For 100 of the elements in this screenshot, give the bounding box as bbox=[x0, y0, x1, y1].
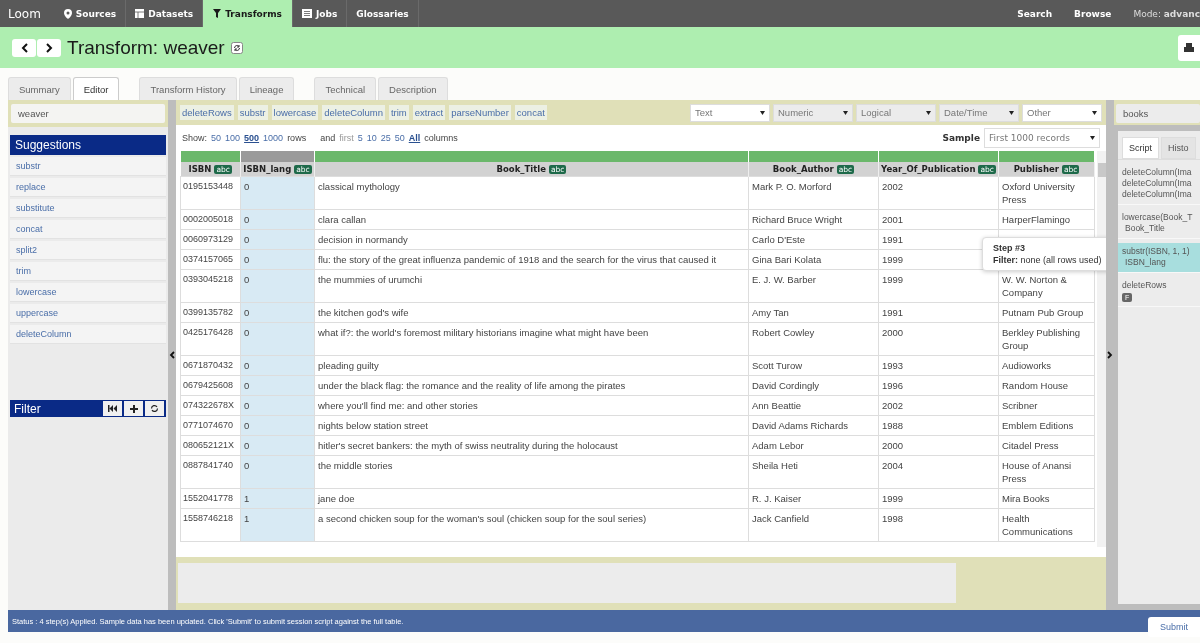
printer-icon bbox=[1184, 43, 1194, 52]
nav-link[interactable]: Browse bbox=[1074, 8, 1112, 19]
app-brand[interactable]: Loom bbox=[0, 0, 55, 27]
table-cell: under the black flag: the romance and the reality of life among the pirates bbox=[318, 380, 626, 391]
print-button[interactable] bbox=[1178, 34, 1200, 61]
row-count-link[interactable]: 1000 bbox=[263, 133, 284, 143]
table-cell: 0425176428 bbox=[183, 327, 234, 337]
table-cell: 1993 bbox=[882, 360, 904, 371]
function-chip[interactable]: parseNumber bbox=[449, 105, 511, 120]
row-count-link[interactable]: 100 bbox=[225, 133, 241, 143]
table-cell: Emblem Editions bbox=[1002, 420, 1074, 431]
collapse-right-icon[interactable] bbox=[1107, 351, 1113, 359]
function-chip[interactable]: deleteColumn bbox=[322, 105, 385, 120]
table-cell: 2001 bbox=[882, 214, 904, 225]
suggestion-item[interactable]: substr bbox=[10, 157, 166, 176]
table-cell: Adam Lebor bbox=[752, 440, 804, 451]
back-button[interactable] bbox=[12, 38, 36, 57]
table-cell: 0 bbox=[244, 214, 250, 225]
suggestion-item[interactable]: uppercase bbox=[10, 304, 166, 323]
tab[interactable]: Technical bbox=[314, 77, 377, 100]
chevron-left-icon bbox=[20, 42, 28, 53]
table-cell: Richard Bruce Wright bbox=[752, 214, 843, 225]
table-cell: classical mythology bbox=[318, 181, 400, 192]
table-cell: Carlo D'Este bbox=[752, 234, 806, 245]
row-count-link[interactable]: 50 bbox=[211, 133, 222, 143]
type-select[interactable]: Date/Time bbox=[939, 103, 1019, 122]
nav-item[interactable]: Transforms bbox=[203, 0, 293, 27]
table-cell: 0002005018 bbox=[183, 214, 234, 224]
column-count-link[interactable]: 50 bbox=[394, 133, 405, 143]
refresh-icon[interactable] bbox=[230, 41, 243, 54]
tab[interactable]: Histo bbox=[1161, 137, 1196, 159]
script-step[interactable]: deleteColumn(Ima deleteColumn(Ima deleteColumn(Ima bbox=[1118, 164, 1200, 205]
table-cell: decision in normandy bbox=[318, 234, 408, 245]
table-cell: W. W. Norton & Company bbox=[1002, 274, 1067, 298]
table-cell: 080652121X bbox=[183, 440, 235, 450]
dataset-field[interactable]: books bbox=[1116, 104, 1200, 123]
table-cell: Scott Turow bbox=[752, 360, 803, 371]
column-count-link[interactable]: All bbox=[408, 133, 421, 143]
table-cell: jane doe bbox=[318, 493, 355, 504]
script-step[interactable]: lowercase(Book_T Book_Title bbox=[1118, 209, 1200, 239]
table-cell: 0 bbox=[244, 327, 250, 338]
column-count-link[interactable]: 25 bbox=[380, 133, 391, 143]
table-cell: 0771074670 bbox=[183, 420, 234, 430]
nav-link[interactable]: Search bbox=[1017, 8, 1053, 19]
tab[interactable]: Transform History bbox=[139, 77, 237, 100]
search-field[interactable]: weaver bbox=[11, 104, 165, 123]
table-cell: Gina Bari Kolata bbox=[752, 254, 822, 265]
collapse-left-icon[interactable] bbox=[169, 351, 175, 359]
function-chip[interactable]: deleteRows bbox=[180, 105, 234, 120]
function-chip[interactable]: substr bbox=[237, 105, 268, 120]
add-button[interactable] bbox=[124, 401, 143, 416]
filter-title: Filter bbox=[14, 401, 41, 416]
tab[interactable]: Lineage bbox=[238, 77, 295, 100]
suggestion-item[interactable]: lowercase bbox=[10, 283, 166, 302]
suggestion-item[interactable]: substitute bbox=[10, 199, 166, 218]
column-count-link[interactable]: 10 bbox=[366, 133, 377, 143]
sample-select[interactable]: First 1000 records bbox=[984, 128, 1100, 148]
table-cell: nights below station street bbox=[318, 420, 428, 431]
submit-button[interactable]: Submit bbox=[1148, 617, 1200, 637]
type-select[interactable]: Numeric bbox=[773, 103, 853, 122]
function-chip[interactable]: trim bbox=[388, 105, 409, 120]
table-cell: 1 bbox=[244, 493, 250, 504]
function-chip[interactable]: concat bbox=[514, 105, 547, 120]
script-step[interactable]: substr(ISBN, 1, 1) ISBN_lang bbox=[1118, 243, 1200, 273]
caret-icon bbox=[1092, 110, 1097, 115]
tooltip-text: Filter: none (all rows used) bbox=[993, 255, 1102, 265]
table-cell: 0887841740 bbox=[183, 460, 234, 470]
caret-icon bbox=[1090, 136, 1095, 140]
type-select[interactable]: Text bbox=[690, 103, 770, 122]
table-cell: R. J. Kaiser bbox=[752, 493, 802, 504]
table-cell: hitler's secret bankers: the myth of swiss neutrality during the holocaust bbox=[318, 440, 618, 451]
table-cell: 0393045218 bbox=[183, 274, 234, 284]
first-button[interactable] bbox=[103, 401, 122, 416]
table-cell: 1996 bbox=[882, 380, 904, 391]
type-select[interactable]: Logical bbox=[856, 103, 936, 122]
type-select[interactable]: Other bbox=[1022, 103, 1102, 122]
skip-back-icon bbox=[108, 405, 117, 412]
suggestion-item[interactable]: split2 bbox=[10, 241, 166, 260]
tab[interactable]: Description bbox=[378, 77, 448, 100]
forward-button[interactable] bbox=[37, 38, 61, 57]
table-cell: 2002 bbox=[882, 400, 904, 411]
suggestion-item[interactable]: replace bbox=[10, 178, 166, 197]
tab[interactable]: Editor bbox=[72, 77, 120, 100]
table-cell: 0060973129 bbox=[183, 234, 234, 244]
row-count-link[interactable]: 500 bbox=[244, 133, 260, 143]
suggestion-item[interactable]: deleteColumn bbox=[10, 325, 166, 344]
tab[interactable]: Summary bbox=[8, 77, 71, 100]
tooltip-title: Step #3 bbox=[993, 243, 1026, 253]
table-cell: 0 bbox=[244, 254, 250, 265]
tab[interactable]: Script bbox=[1122, 137, 1159, 159]
function-chip[interactable]: extract bbox=[412, 105, 446, 120]
table-cell: Audioworks bbox=[1002, 360, 1052, 371]
suggestion-item[interactable]: concat bbox=[10, 220, 166, 239]
function-chip[interactable]: lowercase bbox=[271, 105, 319, 120]
table-cell: 1999 bbox=[882, 493, 904, 504]
column-count-link[interactable]: 5 bbox=[357, 133, 363, 143]
mode-label[interactable]: Mode: advanc bbox=[1133, 8, 1200, 19]
refresh-button[interactable] bbox=[145, 401, 164, 416]
table-cell: the mummies of urumchi bbox=[318, 274, 422, 285]
suggestion-item[interactable]: trim bbox=[10, 262, 166, 281]
